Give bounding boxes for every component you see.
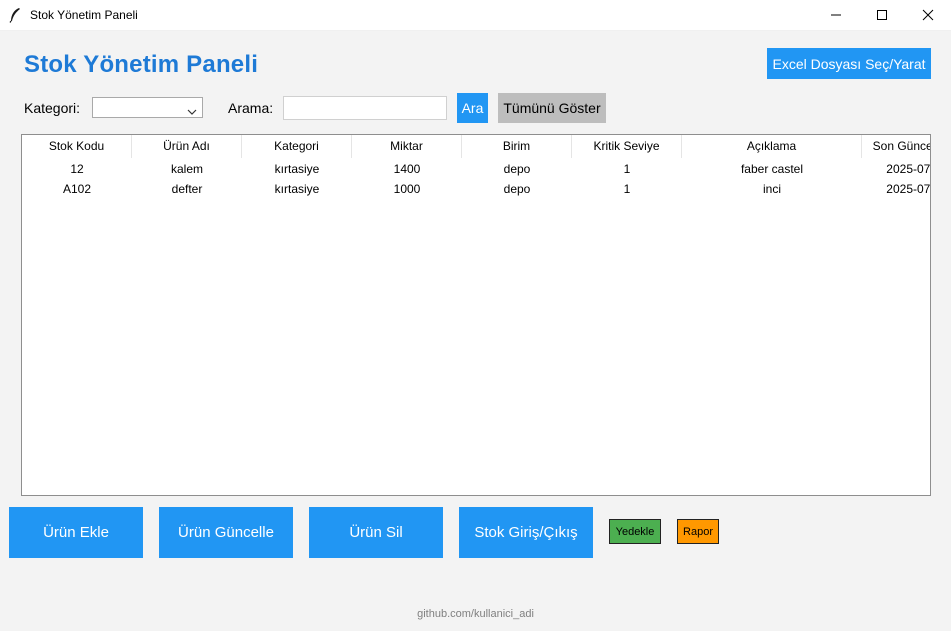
- cell-critical-level: 1: [623, 182, 631, 196]
- window-title: Stok Yönetim Paneli: [30, 8, 138, 22]
- excel-file-button[interactable]: Excel Dosyası Seç/Yarat: [767, 48, 931, 79]
- stock-io-button[interactable]: Stok Giriş/Çıkış: [459, 507, 593, 558]
- close-button[interactable]: [905, 0, 951, 30]
- show-all-button[interactable]: Tümünü Göster: [498, 93, 606, 123]
- table-row[interactable]: A102 defter kırtasiye 1000 depo 1 inci 2…: [22, 179, 931, 199]
- minimize-button[interactable]: [813, 0, 859, 30]
- search-button[interactable]: Ara: [457, 93, 488, 123]
- column-header-unit[interactable]: Birim: [462, 135, 572, 158]
- column-header-category[interactable]: Kategori: [242, 135, 352, 158]
- update-product-button[interactable]: Ürün Güncelle: [159, 507, 293, 558]
- category-label: Kategori:: [24, 100, 81, 116]
- search-label: Arama:: [228, 100, 274, 116]
- maximize-icon: [876, 9, 888, 21]
- search-input[interactable]: [283, 96, 447, 120]
- add-product-button[interactable]: Ürün Ekle: [9, 507, 143, 558]
- cell-unit: depo: [503, 162, 531, 176]
- cell-last-update: 2025-07-15: [886, 182, 931, 196]
- close-icon: [922, 9, 934, 21]
- cell-last-update: 2025-07-14: [886, 162, 931, 176]
- cell-product-name: defter: [171, 182, 203, 196]
- column-header-product-name[interactable]: Ürün Adı: [132, 135, 242, 158]
- minimize-icon: [830, 9, 842, 21]
- report-button[interactable]: Rapor: [677, 519, 719, 544]
- footer-link: github.com/kullanici_adi: [417, 608, 534, 620]
- stock-table[interactable]: Stok Kodu Ürün Adı Kategori Miktar Birim…: [21, 134, 931, 496]
- column-header-critical-level[interactable]: Kritik Seviye: [572, 135, 682, 158]
- cell-quantity: 1400: [393, 162, 421, 176]
- cell-unit: depo: [503, 182, 531, 196]
- cell-critical-level: 1: [623, 162, 631, 176]
- column-header-quantity[interactable]: Miktar: [352, 135, 462, 158]
- cell-description: inci: [762, 182, 781, 196]
- window-titlebar: Stok Yönetim Paneli: [0, 0, 951, 31]
- cell-stock-code: A102: [62, 182, 92, 196]
- cell-quantity: 1000: [393, 182, 421, 196]
- page-title: Stok Yönetim Paneli: [24, 51, 259, 78]
- backup-button[interactable]: Yedekle: [609, 519, 661, 544]
- cell-category: kırtasiye: [274, 182, 320, 196]
- table-header: Stok Kodu Ürün Adı Kategori Miktar Birim…: [22, 135, 930, 158]
- delete-product-button[interactable]: Ürün Sil: [309, 507, 443, 558]
- cell-stock-code: 12: [70, 162, 84, 176]
- category-select[interactable]: [92, 97, 203, 118]
- chevron-down-icon: [187, 103, 197, 121]
- column-header-description[interactable]: Açıklama: [682, 135, 862, 158]
- feather-icon: [8, 7, 22, 23]
- cell-product-name: kalem: [170, 162, 203, 176]
- table-row[interactable]: 12 kalem kırtasiye 1400 depo 1 faber cas…: [22, 159, 931, 179]
- cell-category: kırtasiye: [274, 162, 320, 176]
- column-header-last-update[interactable]: Son Güncelleme: [862, 135, 930, 158]
- cell-description: faber castel: [740, 162, 804, 176]
- column-header-stock-code[interactable]: Stok Kodu: [22, 135, 132, 158]
- maximize-button[interactable]: [859, 0, 905, 30]
